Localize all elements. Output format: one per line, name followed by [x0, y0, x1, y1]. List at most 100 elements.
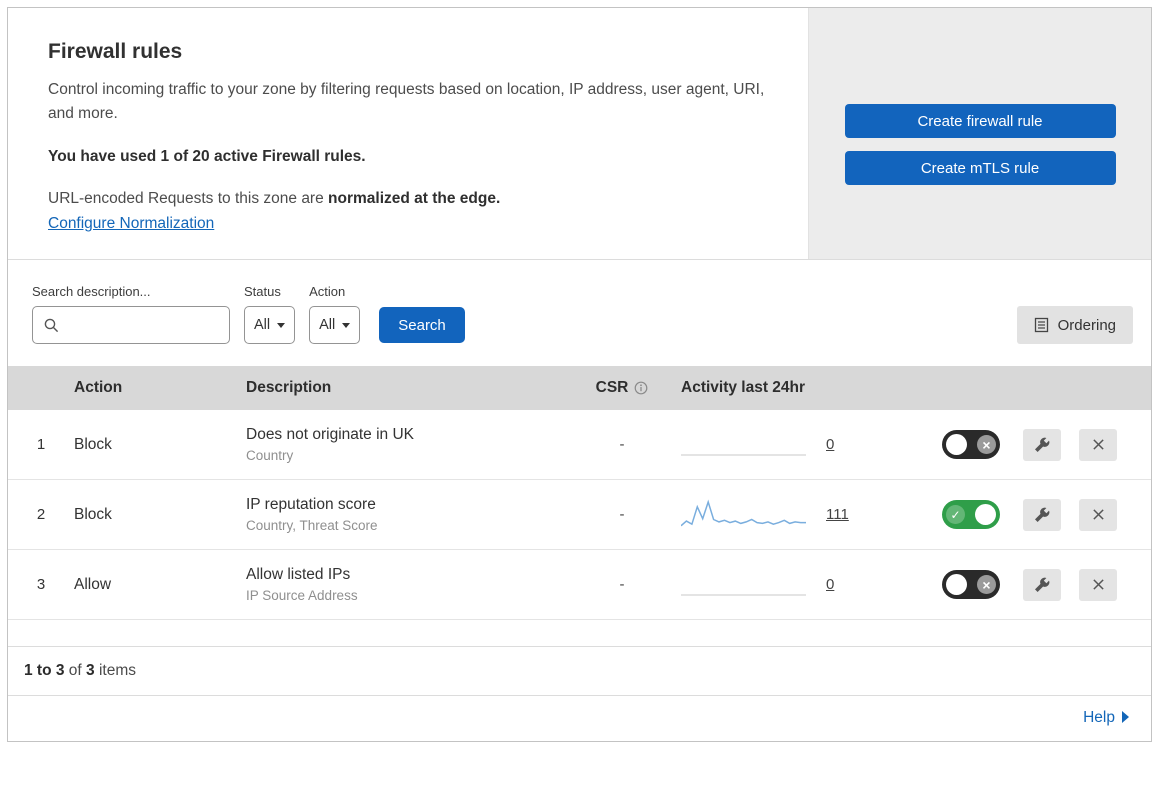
- activity-cell: 0: [681, 566, 919, 604]
- search-group: Search description...: [32, 284, 230, 345]
- help-link-label: Help: [1083, 709, 1115, 727]
- info-icon[interactable]: [634, 381, 648, 395]
- close-icon: [1092, 439, 1104, 450]
- rule-action: Allow: [74, 575, 112, 593]
- activity-count-link[interactable]: 111: [826, 506, 849, 523]
- table-footer-spacer: [8, 620, 1151, 646]
- activity-sparkline: [681, 499, 806, 526]
- rule-description: IP reputation score Country, Threat Scor…: [246, 496, 563, 533]
- status-dropdown[interactable]: All: [244, 306, 296, 345]
- edit-rule-button[interactable]: [1023, 428, 1061, 461]
- toggle-knob: [946, 574, 967, 596]
- rule-description-text: IP reputation score: [246, 496, 376, 514]
- search-icon: [44, 318, 59, 332]
- csr-value: -: [619, 576, 625, 594]
- rule-description-text: Does not originate in UK: [246, 426, 415, 444]
- actions-panel: Create firewall rule Create mTLS rule: [808, 8, 1151, 260]
- page-header: Firewall rules Control incoming traffic …: [8, 8, 1151, 261]
- close-icon: [1092, 579, 1104, 590]
- search-label: Search description...: [32, 284, 151, 300]
- wrench-icon: [1035, 507, 1050, 522]
- items-suffix: items: [94, 662, 136, 680]
- ordering-button-label: Ordering: [1057, 316, 1116, 334]
- activity-count-link[interactable]: 0: [826, 576, 834, 593]
- delete-rule-button[interactable]: [1079, 498, 1117, 531]
- chevron-down-icon: [342, 322, 351, 328]
- x-icon: ×: [977, 435, 996, 455]
- table-header-row: Action Description CSR Activity last 24h…: [8, 366, 1151, 411]
- rules-table: Action Description CSR Activity last 24h…: [8, 366, 1151, 621]
- rule-criteria: IP Source Address: [246, 588, 358, 604]
- page-description: Control incoming traffic to your zone by…: [48, 81, 765, 123]
- rule-criteria: Country: [246, 448, 294, 464]
- enable-toggle[interactable]: ✓ ×: [942, 570, 1000, 600]
- action-label: Action: [309, 284, 346, 300]
- activity-cell: 111: [681, 496, 919, 534]
- enable-toggle[interactable]: ✓ ×: [942, 500, 1000, 530]
- search-button[interactable]: Search: [379, 307, 465, 344]
- check-icon: ✓: [946, 505, 965, 525]
- edit-rule-button[interactable]: [1023, 498, 1061, 531]
- rule-number: 1: [36, 436, 46, 454]
- normalization-bold-text: normalized at the edge.: [328, 190, 501, 208]
- table-row: 3 Allow Allow listed IPs IP Source Addre…: [8, 550, 1151, 621]
- close-icon: [1092, 509, 1104, 520]
- rule-description: Does not originate in UK Country: [246, 426, 563, 463]
- activity-count-link[interactable]: 0: [826, 436, 834, 453]
- table-row: 1 Block Does not originate in UK Country…: [8, 410, 1151, 481]
- rule-number: 2: [36, 506, 46, 524]
- column-header-csr: CSR: [596, 379, 649, 397]
- help-link[interactable]: Help: [1083, 709, 1115, 726]
- page-title: Firewall rules: [48, 40, 183, 63]
- edit-rule-button[interactable]: [1023, 568, 1061, 601]
- table-row: 2 Block IP reputation score Country, Thr…: [8, 480, 1151, 551]
- rule-criteria: Country, Threat Score: [246, 518, 378, 534]
- items-count: 1 to 3 of 3 items: [8, 646, 1151, 697]
- wrench-icon: [1035, 577, 1050, 592]
- toggle-knob: [946, 434, 967, 456]
- configure-normalization-link[interactable]: Configure Normalization: [48, 215, 214, 232]
- rule-number: 3: [36, 576, 46, 594]
- wrench-icon: [1035, 437, 1050, 452]
- filter-bar: Search description... Status All Action …: [8, 260, 1151, 366]
- status-dropdown-value: All: [254, 317, 271, 334]
- help-bar: Help: [8, 696, 1151, 741]
- delete-rule-button[interactable]: [1079, 568, 1117, 601]
- toggle-knob: [975, 504, 996, 526]
- help-arrow-icon: [1122, 711, 1129, 724]
- document-list-icon: [1034, 317, 1048, 333]
- firewall-rules-page: Firewall rules Control incoming traffic …: [7, 7, 1152, 743]
- action-dropdown[interactable]: All: [309, 306, 361, 345]
- action-filter-group: Action All: [309, 284, 361, 345]
- rule-action: Block: [74, 505, 112, 523]
- usage-note: You have used 1 of 20 active Firewall ru…: [48, 148, 366, 166]
- activity-sparkline: [681, 594, 806, 596]
- chevron-down-icon: [277, 322, 286, 328]
- create-mtls-rule-button[interactable]: Create mTLS rule: [844, 151, 1116, 185]
- items-total: 3: [86, 662, 95, 680]
- csr-value: -: [619, 506, 625, 524]
- action-dropdown-value: All: [319, 317, 336, 334]
- rule-action: Block: [74, 435, 112, 453]
- normalization-note: URL-encoded Requests to this zone are no…: [48, 190, 768, 208]
- status-filter-group: Status All: [244, 284, 296, 345]
- status-label: Status: [244, 284, 281, 300]
- delete-rule-button[interactable]: [1079, 428, 1117, 461]
- activity-sparkline: [681, 454, 806, 456]
- csr-value: -: [619, 436, 625, 454]
- search-input[interactable]: [60, 316, 219, 335]
- activity-cell: 0: [681, 426, 919, 464]
- search-input-box[interactable]: [32, 306, 230, 345]
- rule-description: Allow listed IPs IP Source Address: [246, 566, 563, 603]
- enable-toggle[interactable]: ✓ ×: [942, 430, 1000, 460]
- normalization-text: URL-encoded Requests to this zone are: [48, 190, 329, 208]
- ordering-button[interactable]: Ordering: [1016, 306, 1133, 345]
- create-firewall-rule-button[interactable]: Create firewall rule: [844, 104, 1116, 138]
- column-header-activity: Activity last 24hr: [681, 379, 806, 397]
- rule-description-text: Allow listed IPs: [246, 566, 351, 584]
- items-of-text: of: [64, 662, 87, 680]
- intro-panel: Firewall rules Control incoming traffic …: [8, 8, 808, 259]
- x-icon: ×: [977, 575, 996, 595]
- column-header-description: Description: [246, 379, 332, 397]
- column-header-action: Action: [74, 379, 123, 397]
